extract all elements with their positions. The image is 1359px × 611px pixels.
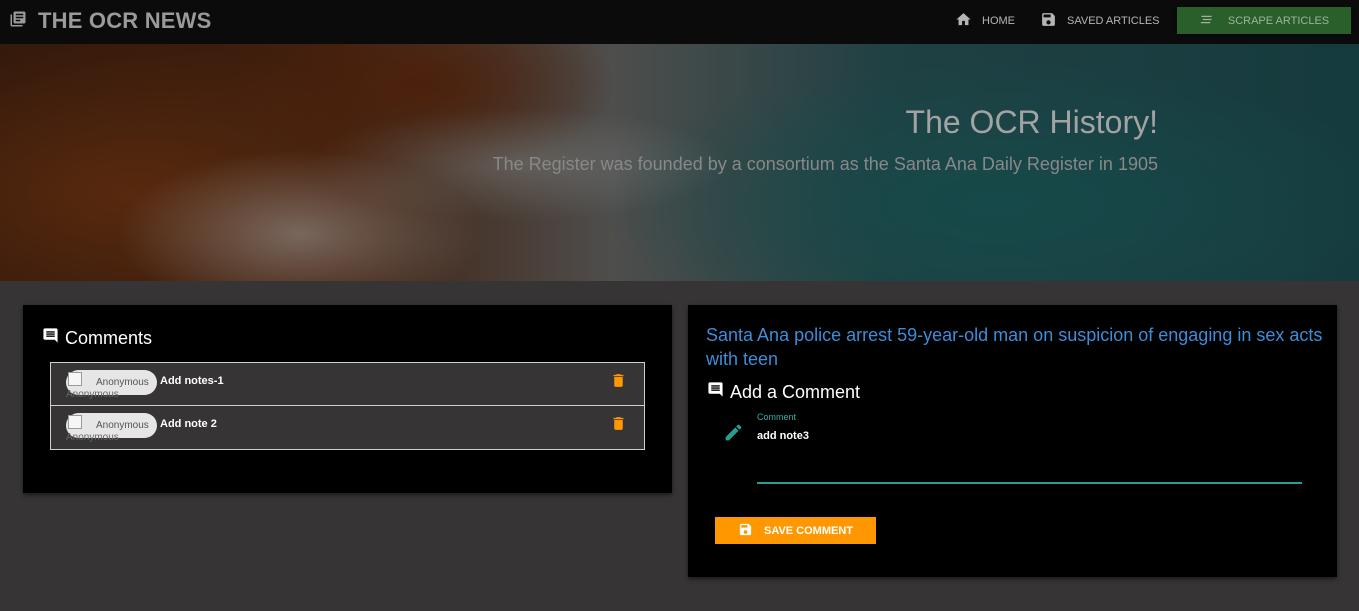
avatar-label: Anonymous <box>96 420 149 431</box>
comment-field[interactable]: add note3 <box>757 430 1302 484</box>
comment-icon <box>707 381 730 403</box>
comments-heading: Comments <box>42 327 152 349</box>
nav-saved-label: SAVED ARTICLES <box>1067 15 1160 27</box>
scrape-articles-button[interactable]: SCRAPE ARTICLES <box>1177 7 1351 34</box>
nav-home-link[interactable]: HOME <box>955 11 1015 31</box>
avatar-alt-text: Anonymous <box>66 389 119 400</box>
comment-row: Anonymous Anonymous Add note 2 <box>51 406 644 449</box>
hero-title: The OCR History! <box>905 104 1158 140</box>
brand-title: THE OCR NEWS <box>38 8 212 33</box>
comment-row: Anonymous Anonymous Add notes-1 <box>51 363 644 406</box>
comment-text: Add note 2 <box>160 418 217 430</box>
top-navbar: THE OCR NEWS HOME SAVED ARTICLES SCRAPE … <box>0 0 1359 44</box>
avatar-alt-text: Anonymous <box>66 432 119 443</box>
comments-card: Comments Anonymous Anonymous Add notes-1… <box>23 305 672 493</box>
hero-subtitle: The Register was founded by a consortium… <box>492 154 1158 174</box>
home-icon <box>955 11 982 31</box>
list-lines-icon <box>1199 12 1228 30</box>
pencil-icon <box>723 422 744 448</box>
broken-image-icon <box>68 372 82 386</box>
add-comment-heading: Add a Comment <box>707 381 860 403</box>
save-comment-button[interactable]: SAVE COMMENT <box>715 517 876 544</box>
comment-text: Add notes-1 <box>160 375 224 387</box>
comment-list: Anonymous Anonymous Add notes-1 Anonymou… <box>50 362 645 450</box>
floppy-disk-icon <box>738 522 764 540</box>
broken-image-icon <box>68 415 82 429</box>
save-comment-label: SAVE COMMENT <box>763 524 854 537</box>
comment-field-label: Comment <box>757 412 797 422</box>
comment-icon <box>42 327 65 349</box>
hero-banner: The OCR History! The Register was founde… <box>0 44 1359 281</box>
comments-title: Comments <box>65 327 153 348</box>
trash-icon[interactable] <box>610 415 627 437</box>
add-comment-card: Santa Ana police arrest 59-year-old man … <box>688 305 1337 577</box>
newspaper-icon <box>9 10 38 33</box>
add-comment-title: Add a Comment <box>730 381 861 402</box>
trash-icon[interactable] <box>610 372 627 394</box>
scrape-articles-label: SCRAPE ARTICLES <box>1227 14 1330 27</box>
brand[interactable]: THE OCR NEWS <box>9 7 212 35</box>
nav-home-label: HOME <box>982 15 1015 27</box>
article-headline-link[interactable]: Santa Ana police arrest 59-year-old man … <box>706 323 1326 371</box>
floppy-disk-icon <box>1040 11 1067 31</box>
avatar-label: Anonymous <box>96 377 149 388</box>
nav-saved-articles-link[interactable]: SAVED ARTICLES <box>1040 11 1160 31</box>
